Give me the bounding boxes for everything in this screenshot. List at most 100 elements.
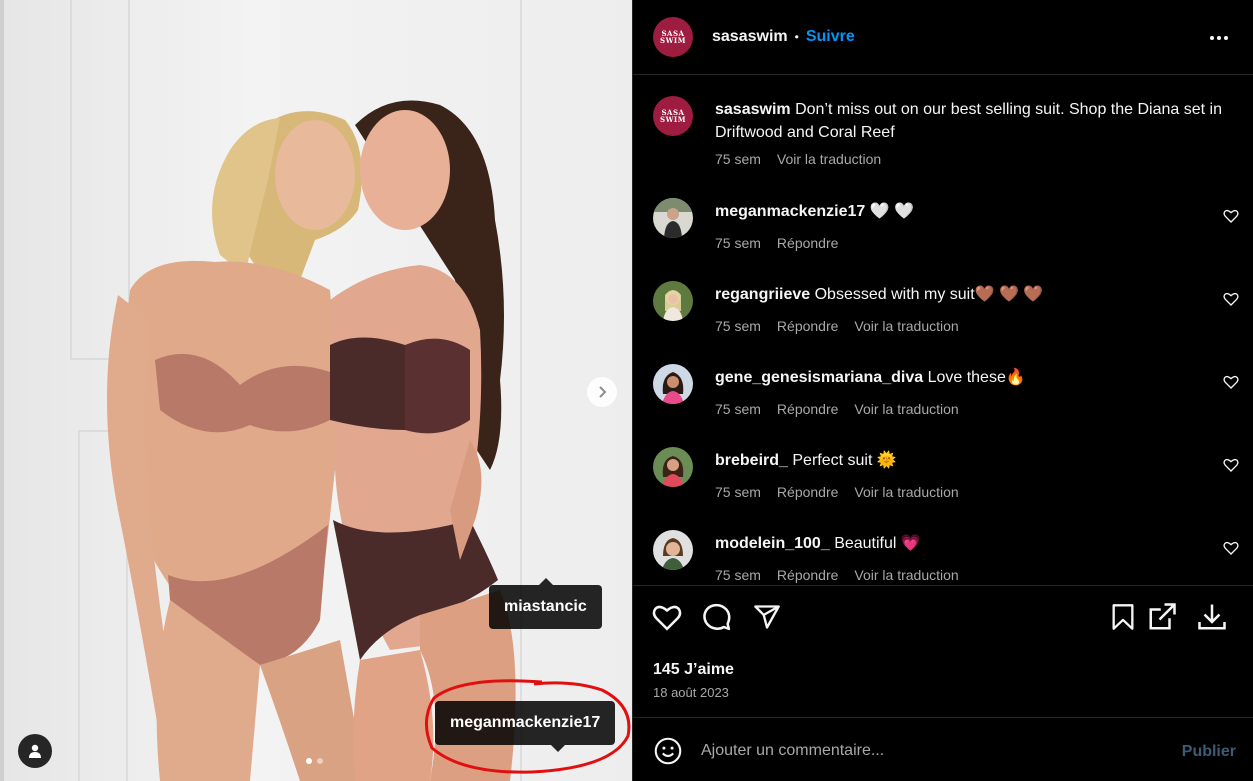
photo-tag-meganmackenzie17[interactable]: meganmackenzie17 <box>435 701 616 752</box>
post-actions: 145 J’aime 18 août 2023 <box>633 585 1253 718</box>
comment-item: modelein_100_ Beautiful 💗 75 sem Répondr… <box>653 530 1243 585</box>
comment-username[interactable]: modelein_100_ <box>715 535 830 552</box>
show-tags-button[interactable] <box>18 734 52 768</box>
comment-time: 75 sem <box>715 401 761 417</box>
share-button[interactable] <box>751 601 783 633</box>
avatar[interactable]: SASA SWIM <box>653 17 693 57</box>
post-sidebar: SASA SWIM sasaswim • Suivre SASA SWIM sasa… <box>632 0 1253 781</box>
avatar[interactable] <box>653 530 693 570</box>
bookmark-icon <box>1112 604 1134 630</box>
comment-item: brebeird_ Perfect suit 🌞 75 sem Répondre… <box>653 447 1243 507</box>
comment-body: 🤍 🤍 <box>869 203 915 220</box>
comment-meta: 75 sem Répondre Voir la traduction <box>715 567 959 583</box>
tag-pointer <box>539 578 553 585</box>
comment-time: 75 sem <box>715 567 761 583</box>
comment-meta: 75 sem Répondre Voir la traduction <box>715 318 959 334</box>
comment-input[interactable] <box>701 739 1161 763</box>
post-date: 18 août 2023 <box>653 685 729 700</box>
reply-button[interactable]: Répondre <box>777 484 839 500</box>
comment-meta: 75 sem Répondre <box>715 235 838 251</box>
heart-icon[interactable] <box>1223 540 1239 556</box>
photo-tag-label: miastancic <box>504 598 587 615</box>
comment-text: gene_genesismariana_diva Love these🔥 <box>715 367 1026 387</box>
avatar[interactable] <box>653 281 693 321</box>
comment-username[interactable]: meganmackenzie17 <box>715 203 865 220</box>
comment-body: Beautiful 💗 <box>834 535 921 552</box>
follow-button[interactable]: Suivre <box>806 28 855 46</box>
reply-button[interactable]: Répondre <box>777 567 839 583</box>
download-button[interactable] <box>1196 601 1228 633</box>
heart-icon[interactable] <box>1223 374 1239 390</box>
comment-body: Love these🔥 <box>927 369 1026 386</box>
translate-link[interactable]: Voir la traduction <box>777 151 881 167</box>
publish-button[interactable]: Publier <box>1182 743 1236 761</box>
emoji-icon <box>654 737 682 765</box>
comment-time: 75 sem <box>715 235 761 251</box>
heart-icon[interactable] <box>1223 291 1239 307</box>
comment-time: 75 sem <box>715 484 761 500</box>
caption-time: 75 sem <box>715 151 761 167</box>
comment-body: Obsessed with my suit🤎 🤎 🤎 <box>814 286 1044 303</box>
emoji-button[interactable] <box>653 736 683 766</box>
comment-username[interactable]: gene_genesismariana_diva <box>715 369 923 386</box>
external-link-icon <box>1149 603 1176 630</box>
post-media[interactable]: miastancic meganmackenzie17 <box>0 0 632 781</box>
more-icon <box>1210 36 1228 40</box>
comment-text: regangriieve Obsessed with my suit🤎 🤎 🤎 <box>715 284 1043 304</box>
comments-list[interactable]: SASA SWIM sasaswim Don’t miss out on our … <box>633 76 1253 585</box>
save-button[interactable] <box>1107 601 1139 633</box>
comment-button[interactable] <box>701 601 733 633</box>
carousel-dot-active <box>306 758 312 764</box>
comment-text: modelein_100_ Beautiful 💗 <box>715 533 921 553</box>
share-icon <box>754 605 780 629</box>
photo-tag-label: meganmackenzie17 <box>450 714 601 731</box>
separator-dot: • <box>794 30 799 44</box>
photo-tag-miastancic[interactable]: miastancic <box>489 578 602 629</box>
comment-meta: 75 sem Répondre Voir la traduction <box>715 484 959 500</box>
comment-time: 75 sem <box>715 318 761 334</box>
avatar[interactable] <box>653 447 693 487</box>
reply-button[interactable]: Répondre <box>777 318 839 334</box>
tag-pointer <box>551 745 565 752</box>
avatar[interactable] <box>653 198 693 238</box>
reply-button[interactable]: Répondre <box>777 401 839 417</box>
caption-text: sasaswim Don’t miss out on our best sell… <box>715 98 1230 144</box>
more-options-button[interactable] <box>1207 26 1231 50</box>
next-photo-button[interactable] <box>587 377 617 407</box>
post-header: SASA SWIM sasaswim • Suivre <box>633 0 1253 75</box>
user-tag-icon <box>29 744 41 758</box>
carousel-dot <box>317 758 323 764</box>
comment-item: regangriieve Obsessed with my suit🤎 🤎 🤎 … <box>653 281 1243 341</box>
comment-body: Perfect suit 🌞 <box>792 452 897 469</box>
heart-icon[interactable] <box>1223 208 1239 224</box>
download-icon <box>1198 604 1226 630</box>
caption-meta: 75 sem Voir la traduction <box>715 151 881 167</box>
reply-button[interactable]: Répondre <box>777 235 839 251</box>
add-comment-bar: Publier <box>633 719 1253 781</box>
comment-username[interactable]: brebeird_ <box>715 452 788 469</box>
translate-link[interactable]: Voir la traduction <box>854 484 958 500</box>
comment-username[interactable]: regangriieve <box>715 286 810 303</box>
like-button[interactable] <box>651 601 683 633</box>
carousel-indicator <box>306 758 323 764</box>
comment-meta: 75 sem Répondre Voir la traduction <box>715 401 959 417</box>
open-external-button[interactable] <box>1146 601 1178 633</box>
author-username[interactable]: sasaswim <box>712 28 788 46</box>
comment-item: meganmackenzie17 🤍 🤍 75 sem Répondre <box>653 198 1243 258</box>
translate-link[interactable]: Voir la traduction <box>854 318 958 334</box>
comment-item: gene_genesismariana_diva Love these🔥 75 … <box>653 364 1243 424</box>
chevron-right-icon <box>599 386 607 398</box>
heart-icon <box>652 605 682 631</box>
heart-icon[interactable] <box>1223 457 1239 473</box>
post-photo <box>106 100 516 781</box>
likes-count[interactable]: 145 J’aime <box>653 661 734 679</box>
avatar[interactable]: SASA SWIM <box>653 96 693 136</box>
translate-link[interactable]: Voir la traduction <box>854 401 958 417</box>
comment-icon <box>703 603 731 631</box>
caption-username[interactable]: sasaswim <box>715 101 791 118</box>
comment-text: meganmackenzie17 🤍 🤍 <box>715 201 914 221</box>
comment-text: brebeird_ Perfect suit 🌞 <box>715 450 897 470</box>
avatar[interactable] <box>653 364 693 404</box>
caption-body: Don’t miss out on our best selling suit.… <box>715 101 1222 141</box>
translate-link[interactable]: Voir la traduction <box>854 567 958 583</box>
